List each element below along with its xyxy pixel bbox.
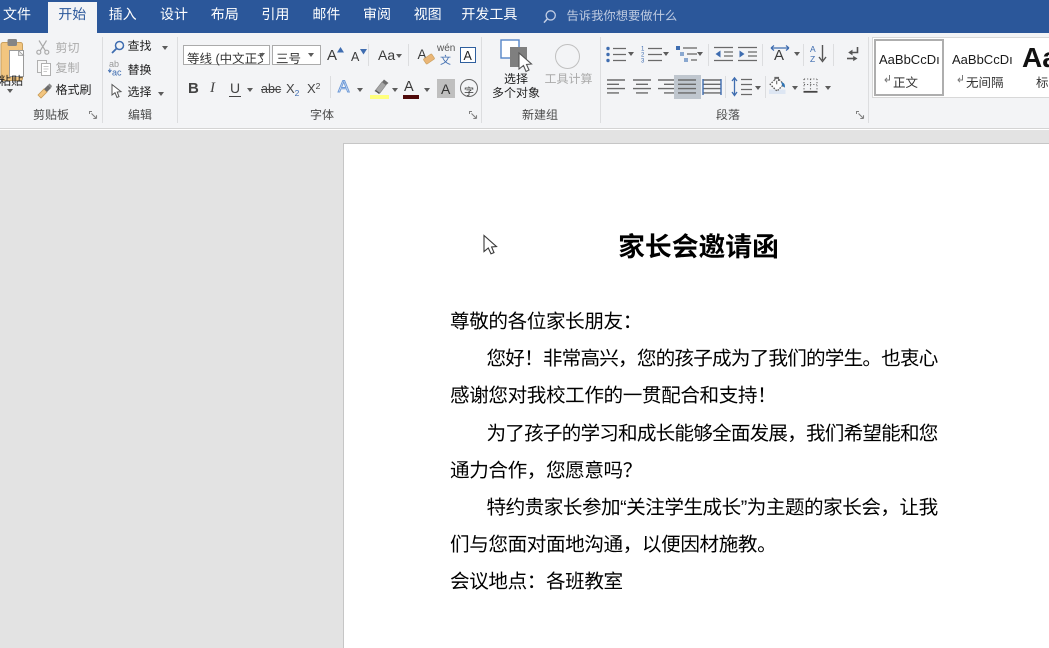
svg-text:Z: Z (810, 54, 815, 64)
svg-text:A: A (810, 44, 816, 54)
svg-text:ac: ac (112, 68, 122, 78)
svg-text:A: A (774, 47, 784, 64)
